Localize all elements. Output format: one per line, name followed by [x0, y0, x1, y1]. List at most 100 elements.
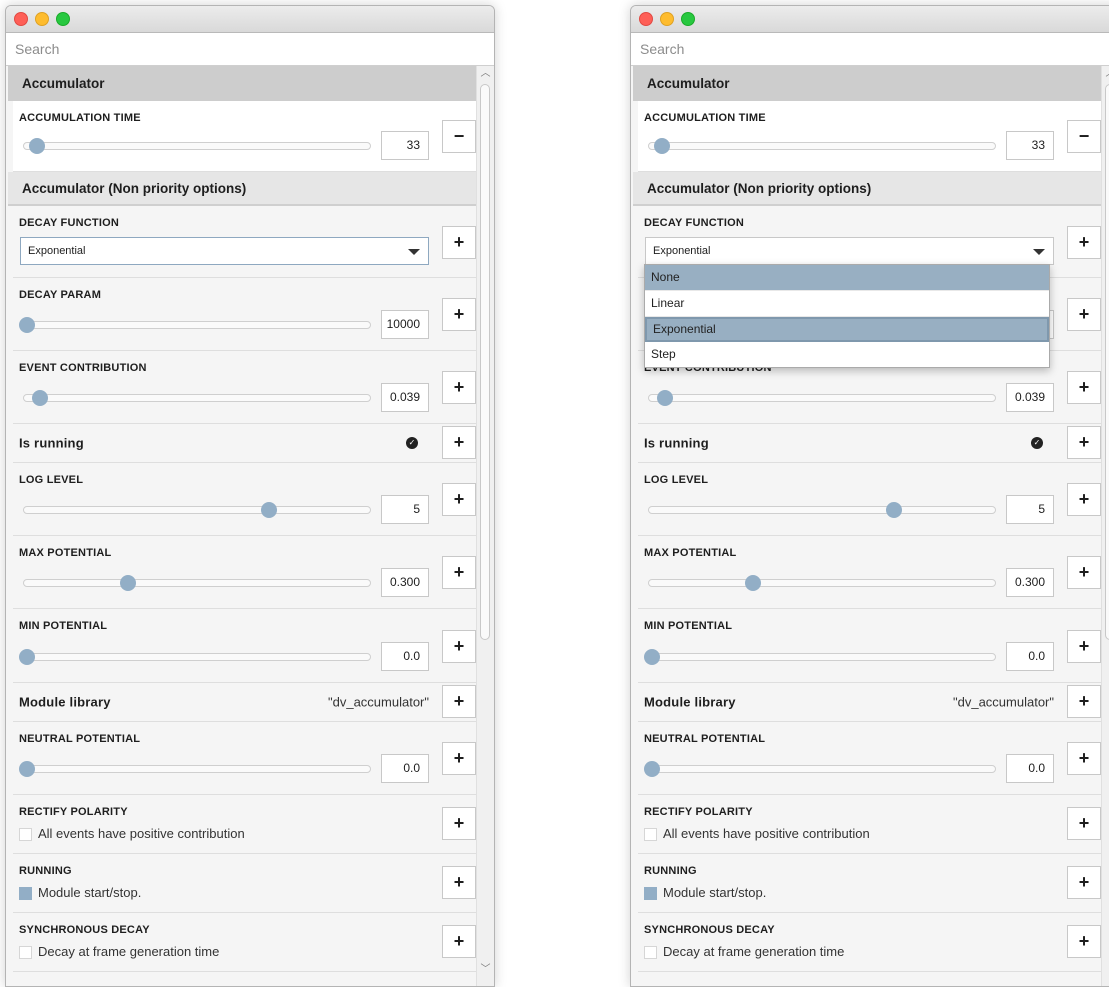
running-checkbox[interactable]: [19, 887, 32, 900]
vertical-scrollbar[interactable]: ︿ ﹀: [476, 66, 494, 986]
slider-knob[interactable]: [644, 761, 660, 777]
add-button[interactable]: +: [442, 371, 476, 404]
slider-track[interactable]: [23, 142, 371, 150]
setting-label: MAX POTENTIAL: [644, 547, 737, 559]
running-checkbox[interactable]: [644, 887, 657, 900]
add-button[interactable]: +: [442, 630, 476, 663]
slider-knob[interactable]: [32, 390, 48, 406]
add-button[interactable]: +: [442, 925, 476, 958]
setting-decay-param: DECAY PARAM 10000 +: [13, 278, 476, 351]
slider-knob[interactable]: [886, 502, 902, 518]
slider-track[interactable]: [648, 142, 996, 150]
setting-label: RUNNING: [644, 865, 697, 877]
rectify-polarity-checkbox[interactable]: [644, 828, 657, 841]
close-button[interactable]: [639, 12, 653, 26]
slider-knob[interactable]: [19, 317, 35, 333]
plus-icon: +: [453, 748, 465, 768]
remove-button[interactable]: −: [442, 120, 476, 153]
value-field[interactable]: 0.0: [381, 642, 429, 671]
minimize-button[interactable]: [660, 12, 674, 26]
slider-track[interactable]: [648, 506, 996, 514]
search-input[interactable]: Search: [6, 33, 494, 66]
value-field[interactable]: 33: [381, 131, 429, 160]
menu-item-exponential[interactable]: Exponential: [645, 317, 1049, 342]
slider-track[interactable]: [23, 579, 371, 587]
slider-knob[interactable]: [745, 575, 761, 591]
value-field[interactable]: 5: [381, 495, 429, 524]
setting-synchronous-decay: SYNCHRONOUS DECAY Decay at frame generat…: [13, 913, 476, 972]
slider-knob[interactable]: [654, 138, 670, 154]
scroll-down-icon[interactable]: ﹀: [477, 963, 494, 977]
decay-function-select[interactable]: Exponential: [645, 237, 1054, 265]
value-field[interactable]: 0.039: [1006, 383, 1054, 412]
add-button[interactable]: +: [1067, 807, 1101, 840]
close-button[interactable]: [14, 12, 28, 26]
value-field[interactable]: 10000: [381, 310, 429, 339]
add-button[interactable]: +: [1067, 556, 1101, 589]
slider-track[interactable]: [648, 394, 996, 402]
zoom-button[interactable]: [681, 12, 695, 26]
add-button[interactable]: +: [442, 866, 476, 899]
setting-label: MIN POTENTIAL: [644, 620, 733, 632]
add-button[interactable]: +: [1067, 298, 1101, 331]
slider-track[interactable]: [23, 653, 371, 661]
slider-knob[interactable]: [19, 649, 35, 665]
plus-icon: +: [453, 872, 465, 892]
add-button[interactable]: +: [442, 426, 476, 459]
slider-track[interactable]: [23, 394, 371, 402]
scroll-up-icon[interactable]: ︿: [477, 67, 494, 81]
remove-button[interactable]: −: [1067, 120, 1101, 153]
slider-knob[interactable]: [120, 575, 136, 591]
add-button[interactable]: +: [442, 483, 476, 516]
slider-knob[interactable]: [261, 502, 277, 518]
add-button[interactable]: +: [442, 226, 476, 259]
zoom-button[interactable]: [56, 12, 70, 26]
rectify-polarity-checkbox[interactable]: [19, 828, 32, 841]
slider-track[interactable]: [23, 321, 371, 329]
value-field[interactable]: 5: [1006, 495, 1054, 524]
minimize-button[interactable]: [35, 12, 49, 26]
add-button[interactable]: +: [1067, 483, 1101, 516]
minus-icon: −: [1078, 126, 1090, 146]
add-button[interactable]: +: [1067, 426, 1101, 459]
scroll-thumb[interactable]: [480, 84, 490, 640]
slider-track[interactable]: [648, 765, 996, 773]
slider-knob[interactable]: [29, 138, 45, 154]
add-button[interactable]: +: [1067, 742, 1101, 775]
scroll-up-icon[interactable]: ︿: [1102, 67, 1109, 81]
add-button[interactable]: +: [1067, 371, 1101, 404]
synchronous-decay-checkbox[interactable]: [19, 946, 32, 959]
slider-track[interactable]: [648, 579, 996, 587]
value-field[interactable]: 0.300: [381, 568, 429, 597]
slider-knob[interactable]: [19, 761, 35, 777]
add-button[interactable]: +: [1067, 866, 1101, 899]
add-button[interactable]: +: [442, 556, 476, 589]
add-button[interactable]: +: [442, 807, 476, 840]
add-button[interactable]: +: [442, 298, 476, 331]
slider-knob[interactable]: [644, 649, 660, 665]
decay-function-select[interactable]: Exponential: [20, 237, 429, 265]
add-button[interactable]: +: [1067, 630, 1101, 663]
value-field[interactable]: 0.300: [1006, 568, 1054, 597]
vertical-scrollbar[interactable]: ︿: [1101, 66, 1109, 986]
slider-knob[interactable]: [657, 390, 673, 406]
menu-item-step[interactable]: Step: [645, 342, 1049, 367]
slider-track[interactable]: [648, 653, 996, 661]
value-field[interactable]: 0.0: [381, 754, 429, 783]
add-button[interactable]: +: [1067, 685, 1101, 718]
add-button[interactable]: +: [442, 742, 476, 775]
value-field[interactable]: 0.0: [1006, 754, 1054, 783]
search-input[interactable]: Search: [631, 33, 1109, 66]
add-button[interactable]: +: [442, 685, 476, 718]
add-button[interactable]: +: [1067, 226, 1101, 259]
scroll-thumb[interactable]: [1105, 84, 1109, 640]
menu-item-linear[interactable]: Linear: [645, 291, 1049, 317]
slider-track[interactable]: [23, 765, 371, 773]
value-field[interactable]: 0.0: [1006, 642, 1054, 671]
slider-track[interactable]: [23, 506, 371, 514]
synchronous-decay-checkbox[interactable]: [644, 946, 657, 959]
value-field[interactable]: 33: [1006, 131, 1054, 160]
value-field[interactable]: 0.039: [381, 383, 429, 412]
add-button[interactable]: +: [1067, 925, 1101, 958]
menu-item-none[interactable]: None: [645, 265, 1049, 291]
